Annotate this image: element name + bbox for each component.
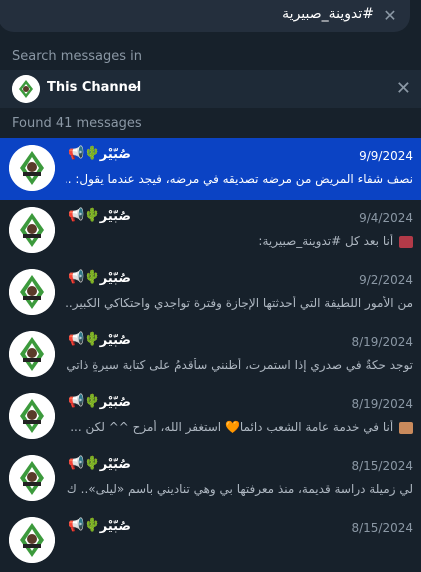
result-item[interactable]: 📢🌵 صُبّيْر 8/19/2024 توجد حكةٌ في صدري إ…: [0, 324, 421, 386]
sender-name: صُبّيْر: [99, 457, 131, 472]
channel-badges: 📢🌵: [68, 456, 100, 471]
megaphone-icon: 📢: [68, 456, 85, 471]
message-date: 8/15/2024: [351, 521, 413, 535]
cactus-icon: 🌵: [84, 208, 101, 223]
avatar: [9, 331, 55, 377]
message-date: 8/19/2024: [351, 335, 413, 349]
channel-badges: 📢🌵: [68, 146, 100, 161]
media-thumbnail: [399, 421, 413, 434]
close-icon[interactable]: ✕: [396, 78, 411, 99]
result-item[interactable]: 📢🌵 صُبّيْر 9/2/2024 من الأمور اللطيفة ال…: [0, 262, 421, 324]
megaphone-icon: 📢: [68, 208, 85, 223]
message-date: 9/4/2024: [359, 211, 413, 225]
message-snippet: أنا بعد كل #تدوينة_صبيرية:: [66, 234, 413, 248]
search-query[interactable]: #تدوينة_صبيرية: [282, 6, 374, 22]
message-date: 9/2/2024: [359, 273, 413, 287]
clear-search-icon[interactable]: ✕: [380, 6, 400, 26]
channel-badges: 📢🌵: [68, 332, 100, 347]
chevron-down-icon[interactable]: ⌄: [130, 78, 141, 93]
search-in-label: Search messages in: [12, 49, 142, 64]
message-date: 9/9/2024: [359, 149, 413, 163]
cactus-icon: 🌵: [84, 270, 101, 285]
avatar: [9, 269, 55, 315]
cactus-icon: 🌵: [84, 394, 101, 409]
channel-name: This Channel: [47, 80, 142, 95]
sender-name: صُبّيْر: [99, 271, 131, 286]
media-thumbnail: [399, 235, 413, 248]
sender-name: صُبّيْر: [99, 519, 131, 534]
result-item[interactable]: 📢🌵 صُبّيْر 9/9/2024 نصف شفاء المريض من م…: [0, 138, 421, 200]
search-bar: #تدوينة_صبيرية ✕: [0, 0, 421, 42]
message-snippet: من الأمور اللطيفة التي أحدثتها الإجازة و…: [66, 296, 413, 310]
message-snippet: أنا في خدمة عامة الشعب دائما🧡 استغفر الل…: [66, 420, 413, 434]
megaphone-icon: 📢: [68, 270, 85, 285]
channel-badges: 📢🌵: [68, 518, 100, 533]
sender-name: صُبّيْر: [99, 147, 131, 162]
found-count-label: Found 41 messages: [12, 116, 142, 131]
message-snippet: توجد حكةٌ في صدري إذا استمرت، أظنني سأقد…: [66, 358, 413, 372]
channel-badges: 📢🌵: [68, 270, 100, 285]
result-item[interactable]: 📢🌵 صُبّيْر 8/15/2024 لي زميلة دراسة قديم…: [0, 448, 421, 510]
channel-filter[interactable]: This Channel ⌄ ✕: [0, 70, 421, 108]
megaphone-icon: 📢: [68, 332, 85, 347]
result-item[interactable]: 📢🌵 صُبّيْر 8/19/2024 أنا في خدمة عامة ال…: [0, 386, 421, 448]
cactus-icon: 🌵: [84, 518, 101, 533]
megaphone-icon: 📢: [68, 394, 85, 409]
avatar: [9, 145, 55, 191]
channel-avatar: [12, 75, 40, 103]
megaphone-icon: 📢: [68, 146, 85, 161]
cactus-icon: 🌵: [84, 332, 101, 347]
message-snippet: لي زميلة دراسة قديمة، منذ معرفتها بي وهي…: [66, 482, 413, 496]
message-date: 8/19/2024: [351, 397, 413, 411]
channel-badges: 📢🌵: [68, 208, 100, 223]
search-input[interactable]: #تدوينة_صبيرية ✕: [0, 0, 410, 32]
result-item[interactable]: 📢🌵 صُبّيْر 9/4/2024 أنا بعد كل #تدوينة_ص…: [0, 200, 421, 262]
message-date: 8/15/2024: [351, 459, 413, 473]
sender-name: صُبّيْر: [99, 209, 131, 224]
avatar: [9, 455, 55, 501]
result-item[interactable]: 📢🌵 صُبّيْر 8/15/2024: [0, 510, 421, 572]
sender-name: صُبّيْر: [99, 333, 131, 348]
avatar: [9, 207, 55, 253]
cactus-icon: 🌵: [84, 146, 101, 161]
megaphone-icon: 📢: [68, 518, 85, 533]
avatar: [9, 393, 55, 439]
search-results-list: 📢🌵 صُبّيْر 9/9/2024 نصف شفاء المريض من م…: [0, 138, 421, 572]
cactus-icon: 🌵: [84, 456, 101, 471]
sender-name: صُبّيْر: [99, 395, 131, 410]
avatar: [9, 517, 55, 563]
channel-badges: 📢🌵: [68, 394, 100, 409]
message-snippet: نصف شفاء المريض من مرضه تصديقه في مرضه، …: [66, 172, 413, 186]
